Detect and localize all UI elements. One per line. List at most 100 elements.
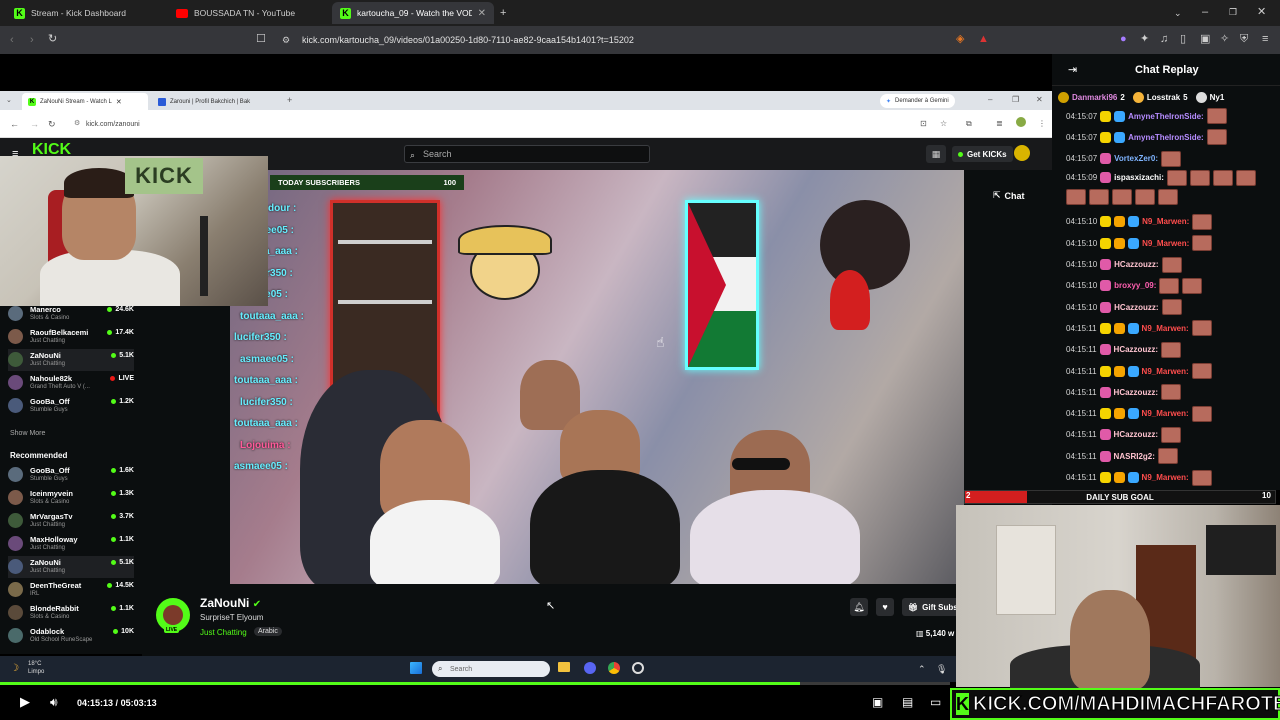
- chat-message[interactable]: 04:15:11 HCazzouzz:: [1066, 382, 1276, 402]
- chat-message[interactable]: 04:15:11 N9_Marwen:: [1066, 404, 1276, 424]
- browser-tab[interactable]: K Stream - Kick Dashboard: [6, 2, 166, 24]
- chat-message[interactable]: 04:15:11 NASRI2g2:: [1066, 446, 1276, 466]
- theater-mode-icon[interactable]: ▣: [872, 696, 883, 708]
- extensions-icon[interactable]: ⧉: [966, 118, 972, 130]
- weather-widget[interactable]: 18°C Limpo: [28, 660, 44, 676]
- chat-username[interactable]: VortexZer0:: [1114, 154, 1158, 163]
- chat-message[interactable]: 04:15:10 broxyy_09:: [1066, 276, 1276, 296]
- inner-tab[interactable]: Zarouni | Profil Bakchich | Bak: [152, 93, 264, 110]
- sidebar-channel[interactable]: Nahoule82k Grand Theft Auto V (... LIVE: [8, 372, 134, 394]
- sidebar-channel[interactable]: GooBa_Off Stumble Guys 1.6K: [8, 464, 134, 486]
- chat-message[interactable]: 04:15:07 AmyneTheIronSide:: [1066, 127, 1276, 147]
- user-avatar[interactable]: [1014, 145, 1030, 161]
- minimize-icon[interactable]: –: [988, 94, 992, 106]
- chat-username[interactable]: HCazzouzz:: [1114, 260, 1158, 269]
- chat-username[interactable]: AmyneTheIronSide:: [1128, 133, 1204, 142]
- new-tab-icon[interactable]: +: [287, 94, 292, 106]
- new-tab-icon[interactable]: +: [500, 7, 506, 19]
- close-window-icon[interactable]: ✕: [1036, 94, 1043, 106]
- chat-username[interactable]: ispasxizachi:: [1114, 173, 1164, 182]
- back-icon[interactable]: ←: [10, 118, 19, 130]
- tab-search-icon[interactable]: ⌄: [1174, 7, 1182, 19]
- video-player[interactable]: [230, 170, 964, 584]
- site-info-icon[interactable]: ⚙: [282, 34, 290, 46]
- inner-tab-active[interactable]: K ZaNouNi Stream - Watch L ✕: [22, 93, 148, 110]
- sidebar-channel[interactable]: Odablock Old School RuneScape 10K: [8, 625, 134, 647]
- chat-username[interactable]: N9_Marwen:: [1142, 239, 1189, 248]
- tray-chevron-icon[interactable]: ⌃: [918, 663, 926, 675]
- chat-username[interactable]: N9_Marwen:: [1142, 367, 1189, 376]
- extensions-puzzle-icon[interactable]: ✦: [1140, 33, 1149, 45]
- chat-username[interactable]: N9_Marwen:: [1142, 473, 1189, 482]
- chrome-icon[interactable]: [608, 662, 620, 674]
- chat-username[interactable]: AmyneTheIronSide:: [1128, 112, 1204, 121]
- sidebar-channel[interactable]: BlondeRabbit Slots & Casino 1.1K: [8, 602, 134, 624]
- chat-message[interactable]: 04:15:11 N9_Marwen:: [1066, 468, 1276, 488]
- chat-message[interactable]: 04:15:07 VortexZer0:: [1066, 149, 1276, 169]
- reload-icon[interactable]: ↻: [48, 33, 57, 45]
- layout-icon[interactable]: ▦: [926, 145, 946, 163]
- chat-username[interactable]: N9_Marwen:: [1142, 409, 1189, 418]
- chat-username[interactable]: HCazzouzz:: [1114, 388, 1158, 397]
- chat-message[interactable]: 04:15:07 AmyneTheIronSide:: [1066, 106, 1276, 126]
- reload-icon[interactable]: ↻: [48, 118, 56, 130]
- inner-address-bar[interactable]: ⚙ kick.com/zanouni: [70, 116, 910, 132]
- menu-icon[interactable]: ≡: [1262, 33, 1268, 45]
- bookmark-icon[interactable]: ☐: [256, 33, 266, 45]
- obs-icon[interactable]: [632, 662, 644, 674]
- sidebar-channel[interactable]: Manerco Slots & Casino 24.6K: [8, 303, 134, 325]
- taskbar-search-input[interactable]: ⌕ Search: [432, 661, 550, 677]
- address-bar[interactable]: ⚙ kick.com/kartoucha_09/videos/01a00250-…: [276, 31, 946, 49]
- sidebar-channel[interactable]: ZaNouNi Just Chatting 5.1K: [8, 349, 134, 371]
- chat-username[interactable]: N9_Marwen:: [1142, 217, 1189, 226]
- chat-message[interactable]: 04:15:10 N9_Marwen:: [1066, 233, 1276, 253]
- play-icon[interactable]: ▶: [20, 695, 30, 708]
- chat-username[interactable]: HCazzouzz:: [1114, 345, 1158, 354]
- fullscreen-icon[interactable]: ▭: [930, 696, 941, 708]
- kick-logo[interactable]: KICK: [32, 142, 71, 158]
- streamer-name[interactable]: ZaNouNi ✔: [200, 596, 261, 610]
- top-gifter[interactable]: Losstrak 5: [1132, 91, 1188, 103]
- chat-username[interactable]: broxyy_09:: [1114, 281, 1156, 290]
- sidebar-channel[interactable]: ZaNouNi Just Chatting 5.1K: [8, 556, 134, 578]
- chat-message[interactable]: 04:15:11 N9_Marwen:: [1066, 361, 1276, 381]
- streamer-avatar[interactable]: LIVE: [156, 598, 190, 633]
- sidebar-channel[interactable]: GooBa_Off Stumble Guys 1.2K: [8, 395, 134, 417]
- sidebar-icon[interactable]: ▯: [1180, 33, 1186, 45]
- chat-message[interactable]: 04:15:10 HCazzouzz:: [1066, 297, 1276, 317]
- media-icon[interactable]: ♫: [1160, 33, 1168, 45]
- chat-message[interactable]: 04:15:10 HCazzouzz:: [1066, 255, 1276, 275]
- close-tab-icon[interactable]: ✕: [116, 98, 122, 106]
- extension-icon[interactable]: ●: [1120, 33, 1127, 45]
- clip-icon[interactable]: ▤: [902, 696, 913, 708]
- translate-icon[interactable]: ⊡: [920, 118, 927, 130]
- wallet-icon[interactable]: ▣: [1200, 33, 1210, 45]
- sidebar-channel[interactable]: DeenTheGreat IRL 14.5K: [8, 579, 134, 601]
- top-gifter[interactable]: Ny1: [1195, 91, 1228, 103]
- sidebar-channel[interactable]: RaoufBelkacemi Just Chatting 17.4K: [8, 326, 134, 348]
- menu-icon[interactable]: ⋮: [1038, 118, 1046, 130]
- close-window-icon[interactable]: ✕: [1257, 6, 1266, 18]
- discord-icon[interactable]: [584, 662, 596, 674]
- brave-shield-icon[interactable]: ◈: [956, 33, 964, 45]
- profile-avatar[interactable]: [1016, 117, 1026, 127]
- maximize-icon[interactable]: ❐: [1229, 6, 1237, 18]
- chat-message[interactable]: 04:15:11 HCazzouzz:: [1066, 425, 1276, 445]
- show-more-link[interactable]: Show More: [10, 430, 45, 437]
- reading-list-icon[interactable]: ≣: [996, 118, 1003, 130]
- language-tag[interactable]: Arabic: [254, 627, 282, 636]
- chat-message[interactable]: 04:15:11 N9_Marwen:: [1066, 318, 1276, 338]
- rewards-icon[interactable]: ▲: [978, 33, 989, 45]
- sidebar-channel[interactable]: MrVargasTv Just Chatting 3.7K: [8, 510, 134, 532]
- tab-menu-icon[interactable]: ⌄: [6, 95, 12, 107]
- chat-message[interactable]: 04:15:09 ispasxizachi:: [1066, 169, 1276, 206]
- volume-icon[interactable]: 🔊︎: [50, 696, 58, 708]
- browser-tab-active[interactable]: K kartoucha_09 - Watch the VOD o ✕: [332, 2, 494, 24]
- chat-toggle-button[interactable]: ⇱ Chat: [993, 190, 1025, 201]
- tray-mic-icon[interactable]: 🎙︎: [936, 663, 947, 675]
- ai-icon[interactable]: ✧: [1220, 33, 1229, 45]
- chat-username[interactable]: N9_Marwen:: [1142, 324, 1189, 333]
- forward-icon[interactable]: →: [30, 118, 39, 130]
- vpn-icon[interactable]: ⛨: [1240, 33, 1248, 45]
- browser-tab[interactable]: BOUSSADA TN - YouTube: [168, 2, 328, 24]
